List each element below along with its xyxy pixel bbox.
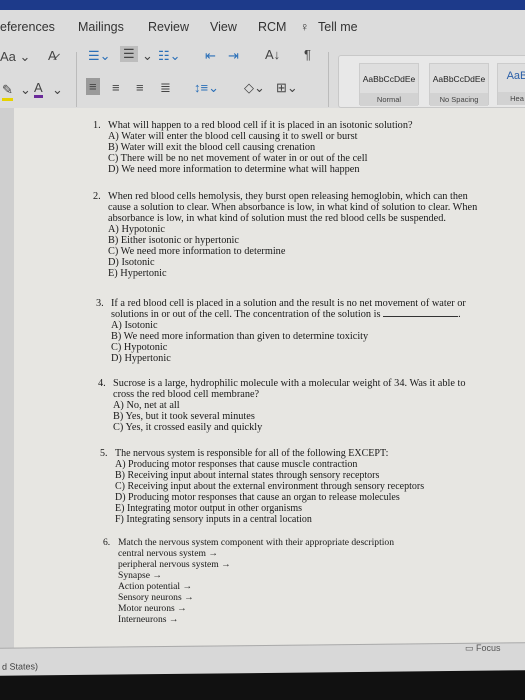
font-color-label: A [34, 80, 43, 95]
style-no-spacing[interactable]: AaBbCcDdEe No Spacing [429, 63, 489, 106]
question-number: 2. [93, 191, 101, 202]
justify-icon[interactable]: ≣ [160, 80, 171, 96]
style-normal[interactable]: AaBbCcDdEe Normal [359, 63, 419, 106]
match-item: peripheral nervous system → [118, 559, 231, 570]
question-2: 2. When red blood cells hemolysis, they … [93, 191, 483, 279]
style-sample: AaBbCcDdEe [362, 74, 416, 84]
question-number: 3. [96, 298, 104, 309]
question-text: When red blood cells hemolysis, they bur… [108, 191, 478, 224]
tab-mailings[interactable]: Mailings [78, 20, 124, 34]
style-name: Hea [498, 92, 525, 105]
question-number: 4. [98, 378, 106, 389]
match-item: Synapse → [118, 570, 162, 581]
ribbon: eferences Mailings Review View RCM ♀ Tel… [0, 10, 525, 108]
multilevel-list-icon[interactable]: ☷⌄ [158, 48, 181, 64]
lightbulb-icon: ♀ [300, 20, 310, 34]
option: A) Isotonic [111, 320, 158, 331]
styles-gallery: AaBbCcDdEe Normal AaBbCcDdEe No Spacing Aa… [338, 55, 525, 108]
divider [76, 52, 77, 107]
status-bar: d States) [0, 642, 525, 676]
borders-icon[interactable]: ⊞⌄ [276, 80, 298, 96]
option: B) We need more information than given t… [111, 331, 369, 342]
align-center-icon[interactable]: ≡ [112, 80, 120, 95]
tab-references[interactable]: eferences [0, 20, 55, 34]
tab-rcm[interactable]: RCM [258, 20, 286, 34]
divider [328, 52, 329, 107]
match-item: Action potential → [118, 581, 193, 592]
shading-icon[interactable]: ◇⌄ [244, 80, 265, 96]
numbering-icon[interactable]: ☰ [120, 46, 138, 62]
option: C) There will be no net movement of wate… [108, 153, 368, 164]
question-text: Sucrose is a large, hydrophilic molecule… [113, 378, 466, 400]
increase-indent-icon[interactable]: ⇥ [228, 48, 239, 64]
option: B) Yes, but it took several minutes [113, 411, 255, 422]
change-case-button[interactable]: Aa ⌄ [0, 49, 30, 65]
question-number: 1. [93, 120, 101, 131]
option: D) Producing motor responses that cause … [115, 492, 400, 503]
option: A) No, net at all [113, 400, 180, 411]
highlight-icon[interactable]: ✎ [2, 82, 13, 101]
tab-view[interactable]: View [210, 20, 237, 34]
align-right-icon[interactable]: ≡ [136, 80, 144, 95]
focus-label: Focus [476, 643, 501, 653]
question-number: 6. [103, 537, 111, 548]
tab-review[interactable]: Review [148, 20, 189, 34]
style-name: No Spacing [430, 93, 488, 106]
language-status[interactable]: d States) [2, 661, 38, 671]
match-item: Sensory neurons → [118, 592, 194, 603]
style-sample: AaBbCcDdEe [432, 74, 486, 84]
question-text: What will happen to a red blood cell if … [108, 120, 413, 131]
match-item: Motor neurons → [118, 603, 187, 614]
option: E) Integrating motor output in other org… [115, 503, 303, 514]
focus-button[interactable]: ▭ Focus [465, 643, 501, 654]
option: D) We need more information to determine… [108, 164, 360, 175]
option: C) Receiving input about the external en… [115, 481, 425, 492]
option: A) Water will enter the blood cell causi… [108, 131, 358, 142]
document-margin [0, 108, 14, 653]
option: D) Isotonic [108, 257, 155, 268]
sort-icon[interactable]: A↓ [265, 47, 280, 62]
clear-formatting-icon[interactable]: A̷ [48, 48, 57, 63]
option: C) Yes, it crossed easily and quickly [113, 422, 263, 433]
option: A) Producing motor responses that cause … [115, 459, 358, 470]
question-3: 3. If a red blood cell is placed in a so… [96, 298, 476, 364]
decrease-indent-icon[interactable]: ⇤ [205, 48, 216, 64]
numbering-dropdown-icon[interactable]: ⌄ [142, 48, 153, 64]
match-item: central nervous system → [118, 548, 218, 559]
option: A) Hypotonic [108, 224, 165, 235]
bullets-icon[interactable]: ☰⌄ [88, 48, 111, 64]
option: B) Either isotonic or hypertonic [108, 235, 239, 246]
question-5: 5. The nervous system is responsible for… [100, 448, 500, 525]
option: E) Hypertonic [108, 268, 167, 279]
font-color-button[interactable]: A [34, 80, 43, 98]
pilcrow-icon[interactable]: ¶ [304, 47, 311, 62]
option: F) Integrating sensory inputs in a centr… [115, 514, 312, 525]
option: B) Receiving input about internal states… [115, 470, 380, 481]
style-sample: AaB [506, 70, 525, 82]
change-case-label: Aa [0, 49, 16, 64]
style-name: Normal [360, 93, 418, 106]
question-text: Match the nervous system component with … [118, 537, 395, 548]
align-left-icon[interactable]: ≡ [86, 78, 100, 95]
option: D) Hypertonic [111, 353, 171, 364]
style-heading[interactable]: AaB Hea [497, 63, 525, 105]
option: C) Hypotonic [111, 342, 168, 353]
font-color-dropdown-icon[interactable]: ⌄ [52, 82, 63, 98]
tell-me-search[interactable]: Tell me [318, 20, 358, 34]
question-6: 6. Match the nervous system component wi… [103, 537, 503, 625]
answer-blank [383, 316, 459, 317]
question-1: 1. What will happen to a red blood cell … [93, 120, 493, 175]
question-text: The nervous system is responsible for al… [115, 448, 389, 459]
option: B) Water will exit the blood cell causin… [108, 142, 316, 153]
question-number: 5. [100, 448, 108, 459]
question-4: 4. Sucrose is a large, hydrophilic molec… [98, 378, 468, 433]
line-spacing-icon[interactable]: ↕≡⌄ [194, 80, 219, 96]
highlight-dropdown-icon[interactable]: ⌄ [20, 82, 31, 98]
match-item: Interneurons → [118, 614, 179, 625]
option: C) We need more information to determine [108, 246, 286, 257]
focus-icon: ▭ [465, 643, 474, 653]
